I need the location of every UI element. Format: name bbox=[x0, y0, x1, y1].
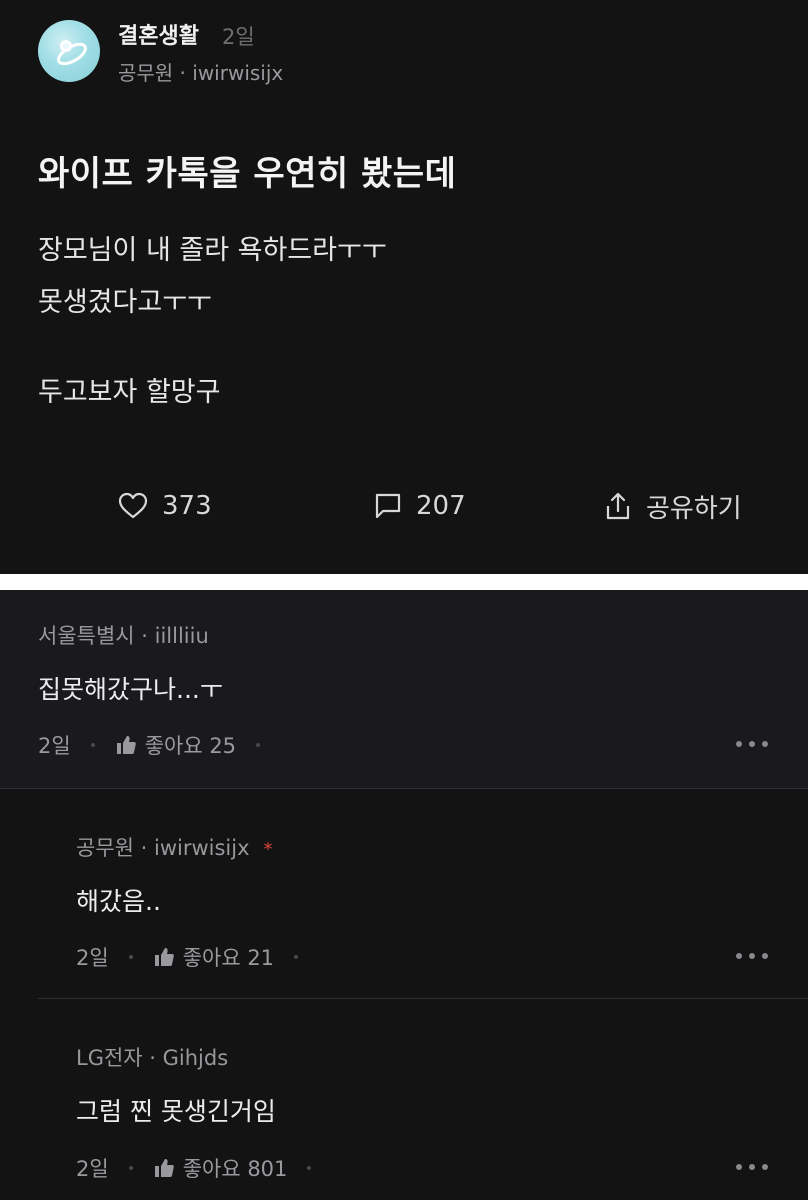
post-card: 결혼생활 2일 공무원 · iwirwisijx 와이프 카톡을 우연히 봤는데… bbox=[0, 0, 808, 574]
reply-author[interactable]: LG전자 · Gihjds bbox=[76, 1042, 228, 1072]
divider bbox=[38, 998, 808, 999]
speech-bubble-icon bbox=[375, 493, 401, 519]
comment-text: 집못해갔구나...ㅜ bbox=[38, 675, 223, 704]
heart-icon bbox=[118, 492, 148, 519]
post-body-line: 두고보자 할망구 bbox=[38, 377, 221, 408]
comment-section: 서울특별시 · iillliiu 집못해갔구나...ㅜ 2일 좋아요 25 공무… bbox=[0, 590, 808, 1200]
comment-footer: 2일 좋아요 801 bbox=[76, 1153, 331, 1183]
share-button[interactable]: 공유하기 bbox=[604, 486, 742, 526]
divider bbox=[0, 788, 808, 789]
comment-time: 2일 bbox=[38, 734, 71, 758]
like-count: 373 bbox=[162, 491, 212, 521]
comment-footer: 2일 좋아요 25 bbox=[38, 730, 280, 760]
thumbs-up-icon[interactable] bbox=[153, 946, 175, 968]
like-button[interactable]: 373 bbox=[118, 486, 212, 526]
post-time: 2일 bbox=[222, 25, 255, 49]
reply-author[interactable]: 공무원 · iwirwisijx * bbox=[76, 832, 273, 862]
comment-time: 2일 bbox=[76, 1157, 109, 1181]
comment-button[interactable]: 207 bbox=[374, 486, 466, 526]
post-body-line: 장모님이 내 졸라 욕하드라ㅜㅜ bbox=[38, 235, 387, 266]
post-body-line: 못생겼다고ㅜㅜ bbox=[38, 287, 212, 318]
more-dots-icon[interactable] bbox=[736, 953, 768, 959]
more-dots-icon[interactable] bbox=[736, 741, 768, 747]
comment-count: 207 bbox=[416, 491, 466, 521]
comment-text: 해갔음.. bbox=[76, 887, 161, 916]
post-author[interactable]: 공무원 · iwirwisijx bbox=[118, 57, 283, 86]
board-title[interactable]: 결혼생활 bbox=[118, 18, 199, 50]
separator-dot bbox=[294, 955, 299, 959]
share-icon bbox=[606, 492, 630, 520]
comment-like-label[interactable]: 좋아요 801 bbox=[183, 1153, 288, 1183]
thumbs-up-icon[interactable] bbox=[153, 1157, 175, 1179]
author-badge: * bbox=[263, 839, 273, 860]
comment-author[interactable]: 서울특별시 · iillliiu bbox=[38, 620, 209, 650]
post-title: 와이프 카톡을 우연히 봤는데 bbox=[38, 154, 457, 194]
thumbs-up-icon[interactable] bbox=[115, 734, 137, 756]
comment-like-label[interactable]: 좋아요 21 bbox=[183, 942, 274, 972]
ring-avatar[interactable] bbox=[38, 20, 100, 82]
separator-dot bbox=[128, 1166, 133, 1170]
separator-dot bbox=[128, 955, 133, 959]
separator-dot bbox=[90, 743, 95, 747]
comment-text: 그럼 찐 못생긴거임 bbox=[76, 1097, 276, 1126]
comment-footer: 2일 좋아요 21 bbox=[76, 942, 318, 972]
comment-like-label[interactable]: 좋아요 25 bbox=[145, 730, 236, 760]
reply-author-text: 공무원 · iwirwisijx bbox=[76, 836, 250, 860]
more-dots-icon[interactable] bbox=[736, 1164, 768, 1170]
separator-dot bbox=[256, 743, 261, 747]
share-label: 공유하기 bbox=[646, 493, 742, 524]
comment-time: 2일 bbox=[76, 946, 109, 970]
separator-dot bbox=[307, 1166, 312, 1170]
